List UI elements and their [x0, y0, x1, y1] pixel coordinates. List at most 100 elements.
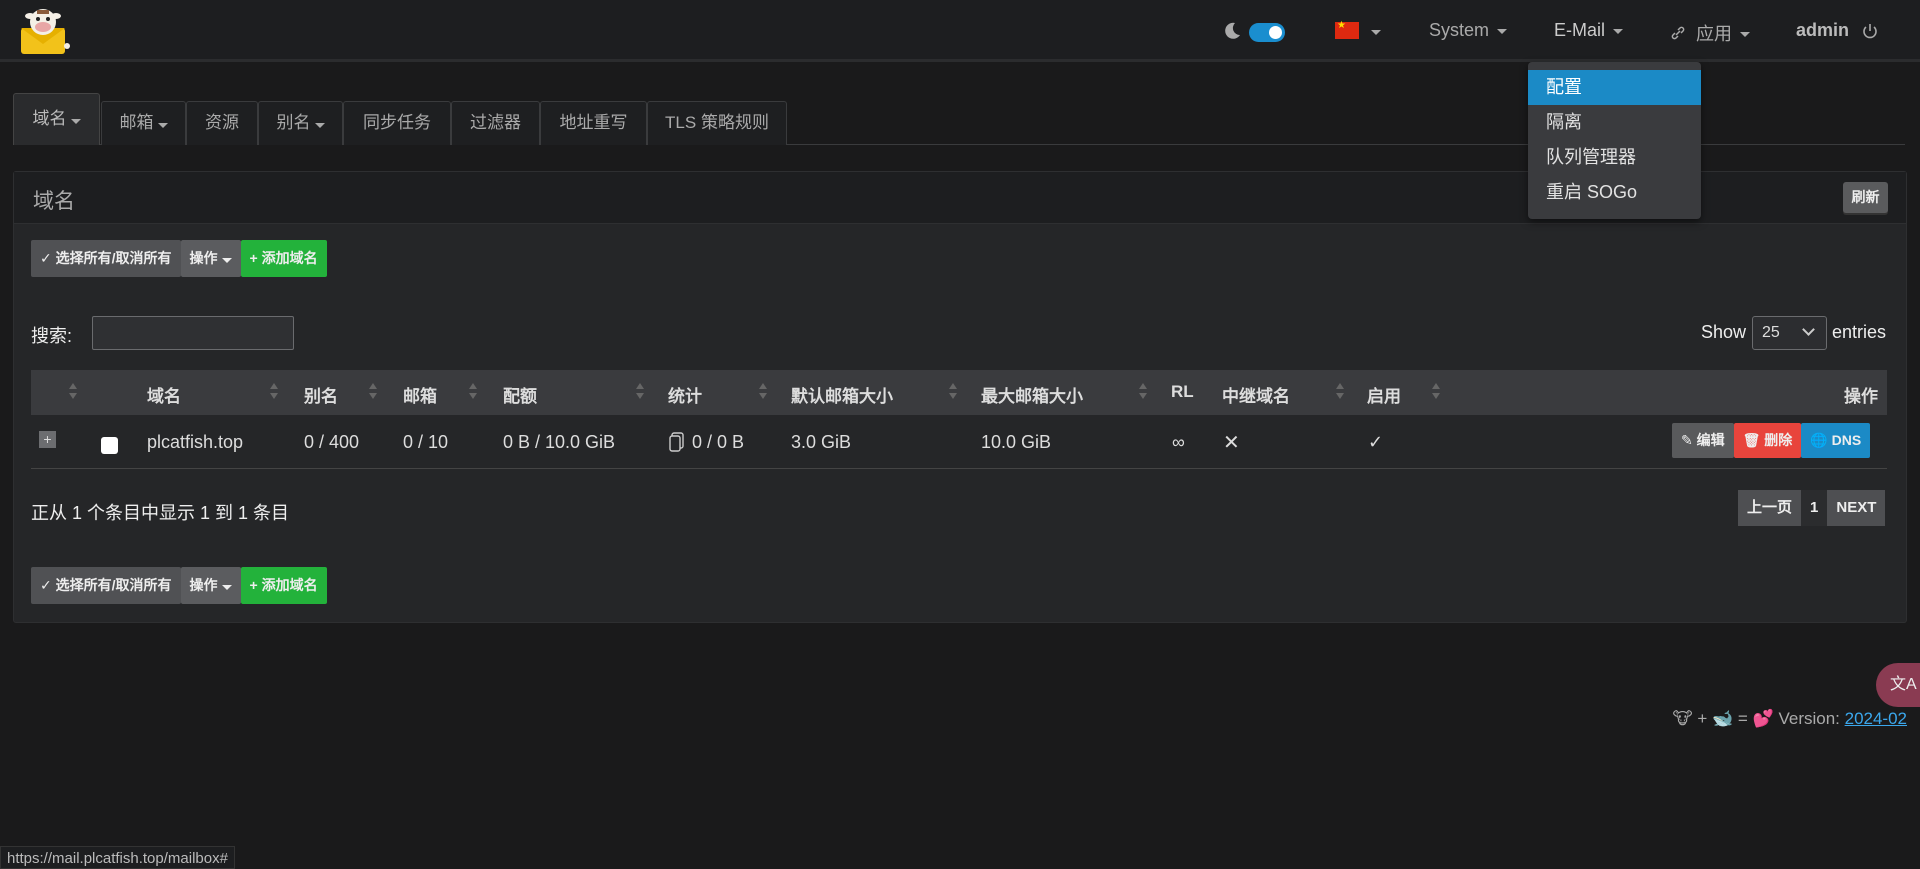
page-size-value: 25 [1762, 324, 1780, 341]
copy-icon [669, 432, 684, 452]
tab-filters[interactable]: 过滤器 [451, 101, 540, 145]
col-mailboxes[interactable]: 邮箱 [403, 382, 437, 407]
cell-aliases: 0 / 400 [304, 432, 360, 452]
sort-icon[interactable] [759, 383, 767, 403]
email-dropdown-menu: 配置 隔离 队列管理器 重启 SOGo [1528, 62, 1701, 219]
edit-button[interactable]: ✎ 编辑 [1672, 423, 1734, 458]
user-menu[interactable]: admin [1796, 20, 1879, 41]
chevron-down-icon [221, 585, 232, 590]
tab-domains[interactable]: 域名 [13, 93, 100, 145]
tab-label: 域名 [32, 109, 67, 128]
sort-icon[interactable] [1336, 383, 1344, 403]
sort-icon[interactable] [69, 383, 77, 403]
user-name: admin [1796, 20, 1850, 40]
tab-address-rewrite[interactable]: 地址重写 [540, 101, 647, 145]
show-label: Show [1701, 322, 1747, 342]
col-stats[interactable]: 统计 [668, 382, 702, 407]
menu-item-restart-sogo[interactable]: 重启 SOGo [1528, 175, 1701, 210]
menu-item-quarantine[interactable]: 隔离 [1528, 105, 1701, 140]
sort-icon[interactable] [1432, 383, 1440, 403]
tab-label: TLS 策略规则 [665, 113, 769, 132]
cell-max-size: 10.0 GiB [981, 432, 1052, 452]
col-quota[interactable]: 配额 [503, 382, 537, 407]
status-bar-url: https://mail.plcatfish.top/mailbox# [0, 846, 235, 869]
chevron-down-icon [314, 123, 325, 128]
sort-icon[interactable] [1139, 383, 1147, 403]
cell-active: ✓ [1368, 432, 1384, 452]
cell-relay: ✕ [1223, 432, 1240, 454]
col-rl[interactable]: RL [1171, 382, 1194, 402]
language-flag-cn-icon[interactable] [1335, 20, 1359, 39]
select-all-button[interactable]: ✓ 选择所有/取消所有 [31, 240, 181, 277]
panel-title: 域名 [33, 190, 75, 213]
delete-label: 删除 [1764, 432, 1793, 448]
prev-page-button[interactable]: 上一页 [1738, 490, 1802, 526]
mailcow-logo[interactable] [18, 6, 72, 56]
select-all-button[interactable]: ✓ 选择所有/取消所有 [31, 567, 181, 604]
dark-mode-toggle[interactable] [1249, 23, 1285, 42]
delete-button[interactable]: 🗑 删除 [1733, 423, 1802, 458]
search-input[interactable] [92, 316, 294, 350]
entries-label: entries [1832, 322, 1887, 342]
power-icon[interactable] [1861, 22, 1879, 40]
version-link[interactable]: 2024-02 [1845, 709, 1907, 728]
tab-sync-jobs[interactable]: 同步任务 [343, 101, 451, 145]
footer-prefix: 🐮 + 🐋 = 💕 Version: [1672, 709, 1845, 728]
col-active[interactable]: 启用 [1367, 382, 1401, 407]
chevron-down-icon [221, 258, 232, 263]
sort-icon[interactable] [369, 383, 377, 403]
col-max-size[interactable]: 最大邮箱大小 [981, 382, 1083, 407]
search-label: 搜索: [31, 326, 73, 346]
tab-label: 资源 [205, 113, 239, 132]
cell-quota: 0 B / 10.0 GiB [503, 432, 616, 452]
chevron-down-icon [1497, 29, 1508, 34]
menu-item-config[interactable]: 配置 [1528, 70, 1701, 105]
actions-dropdown-button[interactable]: 操作 [180, 567, 241, 604]
dns-label: DNS [1831, 432, 1862, 448]
page-size-select[interactable]: 25 [1752, 316, 1827, 350]
top-button-group: ✓ 选择所有/取消所有 操作 + 添加域名 [31, 240, 327, 277]
dns-button[interactable]: 🌐 DNS [1801, 423, 1871, 458]
next-page-button[interactable]: NEXT [1827, 490, 1886, 526]
tab-resources[interactable]: 资源 [186, 101, 258, 145]
system-menu-label: System [1429, 20, 1490, 40]
link-icon [1671, 26, 1685, 40]
expand-row-icon[interactable]: + [39, 431, 56, 448]
add-domain-button[interactable]: + 添加域名 [240, 567, 327, 604]
refresh-button[interactable]: 刷新 [1843, 182, 1888, 213]
tab-tls-policy[interactable]: TLS 策略规则 [647, 101, 787, 145]
sort-icon[interactable] [949, 383, 957, 403]
actions-label: 操作 [189, 250, 218, 266]
col-aliases[interactable]: 别名 [304, 382, 338, 407]
apps-menu[interactable]: 应用 [1670, 20, 1750, 46]
col-actions: 操作 [1844, 387, 1878, 406]
tab-label: 别名 [276, 113, 311, 132]
tab-label: 邮箱 [119, 113, 154, 132]
select-all-label: 选择所有/取消所有 [55, 250, 172, 266]
col-default-size[interactable]: 默认邮箱大小 [791, 382, 893, 407]
tab-label: 过滤器 [470, 113, 521, 132]
sort-icon[interactable] [270, 383, 278, 403]
actions-dropdown-button[interactable]: 操作 [180, 240, 241, 277]
cell-domain: plcatfish.top [147, 432, 244, 452]
moon-icon [1225, 22, 1240, 39]
tab-aliases[interactable]: 别名 [258, 101, 343, 145]
col-relay[interactable]: 中继域名 [1222, 382, 1290, 407]
chevron-down-icon [157, 123, 168, 128]
menu-item-queue-manager[interactable]: 队列管理器 [1528, 140, 1701, 175]
row-checkbox[interactable] [101, 437, 118, 454]
language-caret-icon[interactable] [1371, 30, 1381, 35]
trash-icon: 🗑 [1742, 432, 1761, 448]
bottom-button-group: ✓ 选择所有/取消所有 操作 + 添加域名 [31, 567, 327, 604]
tab-mailboxes[interactable]: 邮箱 [101, 101, 186, 145]
sort-icon[interactable] [469, 383, 477, 403]
tab-label: 地址重写 [559, 113, 628, 132]
page-1-button[interactable]: 1 [1801, 490, 1828, 526]
col-domain[interactable]: 域名 [147, 382, 181, 407]
email-menu[interactable]: E-Mail [1554, 20, 1624, 41]
system-menu[interactable]: System [1429, 20, 1508, 41]
add-domain-button[interactable]: + 添加域名 [240, 240, 327, 277]
sort-icon[interactable] [636, 383, 644, 403]
chevron-down-icon [1802, 323, 1815, 336]
translate-icon[interactable]: 文A [1876, 663, 1920, 707]
